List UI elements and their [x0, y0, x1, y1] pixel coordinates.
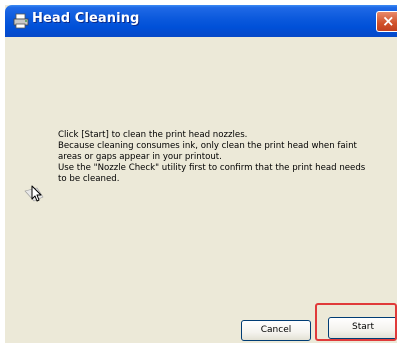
printer-icon: [13, 13, 29, 29]
title-bar[interactable]: Head Cleaning ×: [5, 5, 397, 37]
head-cleaning-dialog: Head Cleaning × Click [Start] to clean t…: [5, 5, 397, 343]
close-icon: ×: [382, 12, 395, 30]
pointer-cursor-icon: [24, 185, 44, 202]
instructions-text: Click [Start] to clean the print head no…: [58, 130, 388, 185]
instruction-line: Because cleaning consumes ink, only clea…: [58, 141, 357, 151]
instruction-line: to be cleaned.: [58, 174, 120, 184]
start-button-highlight: [315, 303, 397, 341]
instruction-line: Click [Start] to clean the print head no…: [58, 130, 248, 140]
cancel-button[interactable]: Cancel: [241, 320, 311, 341]
close-button[interactable]: ×: [376, 11, 397, 32]
instruction-line: Use the "Nozzle Check" utility first to …: [58, 163, 366, 173]
instruction-line: areas or gaps appear in your printout.: [58, 152, 222, 162]
window-title: Head Cleaning: [32, 11, 140, 26]
